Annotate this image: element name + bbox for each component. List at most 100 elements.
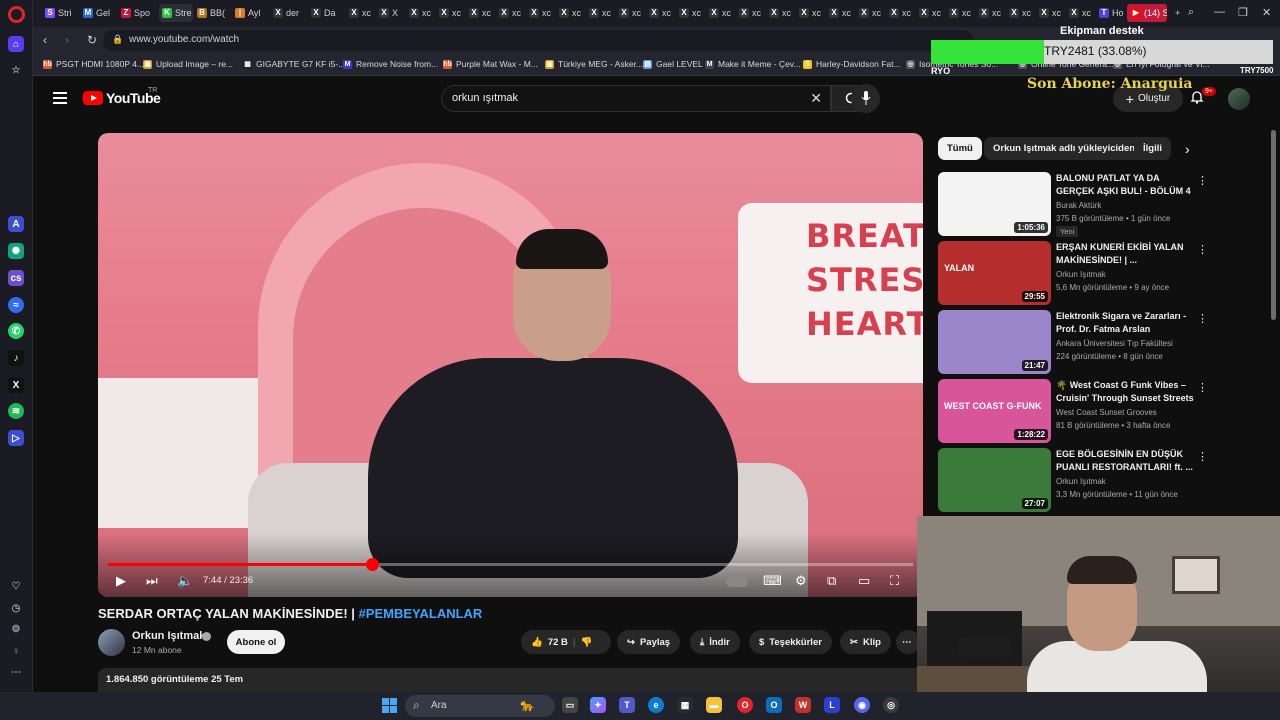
video-channel[interactable]: Orkun Işıtmak: [1056, 270, 1106, 279]
fullscreen-icon[interactable]: ⛶: [890, 573, 899, 589]
channel-avatar[interactable]: [98, 629, 125, 656]
opera-logo-icon[interactable]: [8, 6, 25, 23]
browser-tab[interactable]: Xxc: [769, 4, 795, 22]
autoplay-toggle[interactable]: [726, 577, 748, 587]
browser-tab[interactable]: T Ho: [1099, 4, 1123, 22]
browser-tab[interactable]: S Stri: [45, 4, 79, 22]
bookmark-item[interactable]: M Remove Noise from...: [343, 59, 438, 69]
recommended-video[interactable]: 27:07 EGE BÖLGESİNİN EN DÜŞÜK PUANLI REST…: [938, 448, 1273, 512]
recommended-video[interactable]: 21:47 Elektronik Sigara ve Zararları - Pr…: [938, 310, 1273, 374]
back-icon[interactable]: ‹: [43, 33, 47, 47]
edge-icon[interactable]: e: [648, 697, 664, 713]
thanks-button[interactable]: $ Teşekkürler: [749, 630, 832, 654]
video-thumbnail[interactable]: WEST COAST G-FUNK 1:28:22: [938, 379, 1051, 443]
video-title[interactable]: Elektronik Sigara ve Zararları - Prof. D…: [1056, 310, 1196, 335]
forward-icon[interactable]: ›: [65, 33, 69, 47]
video-title[interactable]: ERŞAN KUNERİ EKİBİ YALAN MAKİNESİNDE! | …: [1056, 241, 1196, 266]
search-input[interactable]: orkun ışıtmak ✕: [441, 85, 831, 112]
chip-related[interactable]: İlgili: [1134, 137, 1171, 160]
more-options-icon[interactable]: ⋮: [1197, 381, 1208, 394]
browser-tab[interactable]: X Da: [311, 4, 345, 22]
tiktok-icon[interactable]: ♪: [8, 350, 24, 366]
browser-tab[interactable]: Xxc: [619, 4, 645, 22]
windows-start-icon[interactable]: [382, 698, 397, 713]
subtitles-icon[interactable]: ⌨: [763, 573, 782, 589]
spotify-icon[interactable]: ≋: [8, 403, 24, 419]
chatgpt-icon[interactable]: ✺: [8, 243, 24, 259]
browser-tab[interactable]: Xxc: [409, 4, 435, 22]
recommended-video[interactable]: YALAN 29:55 ERŞAN KUNERİ EKİBİ YALAN MAKİN…: [938, 241, 1273, 305]
chip-from-uploader[interactable]: Orkun Işıtmak adlı yükleyiciden: [984, 137, 1145, 160]
maximize-icon[interactable]: ❐: [1238, 6, 1248, 19]
taskbar-search[interactable]: ⌕ Ara 🐆: [405, 695, 555, 717]
video-thumbnail[interactable]: 1:05:36: [938, 172, 1051, 236]
scrollbar[interactable]: [1271, 130, 1276, 320]
dislike-icon[interactable]: 👎: [581, 637, 593, 648]
browser-tab[interactable]: Xxc: [679, 4, 705, 22]
more-options-icon[interactable]: ⋮: [1197, 312, 1208, 325]
player-icon[interactable]: ▷: [8, 430, 24, 446]
browser-tab[interactable]: Xxc: [469, 4, 495, 22]
messenger-icon[interactable]: ≈: [8, 297, 24, 313]
home-icon[interactable]: ⌂: [8, 36, 24, 52]
browser-tab[interactable]: XX: [379, 4, 405, 22]
video-title[interactable]: EGE BÖLGESİNİN EN DÜŞÜK PUANLI RESTORANT…: [1056, 448, 1196, 473]
pinboard-icon[interactable]: ☆: [8, 62, 24, 78]
history-icon[interactable]: ◷: [8, 600, 24, 616]
browser-tab[interactable]: Xxc: [1039, 4, 1065, 22]
browser-tab[interactable]: M Gel: [83, 4, 117, 22]
video-title[interactable]: BALONU PATLAT YA DA GERÇEK AŞKI BUL! - B…: [1056, 172, 1196, 197]
settings-icon[interactable]: ⚙: [8, 621, 24, 637]
theater-mode-icon[interactable]: ▭: [858, 573, 870, 589]
browser-tab[interactable]: Xxc: [829, 4, 855, 22]
browser-tab[interactable]: Xxc: [709, 4, 735, 22]
bulb-icon[interactable]: ♀: [8, 643, 24, 659]
download-button[interactable]: ⤓ İndir: [690, 630, 740, 654]
like-count[interactable]: 72 B: [548, 637, 568, 648]
clip-button[interactable]: ✂ Klip: [840, 630, 891, 654]
heart-icon[interactable]: ♡: [8, 578, 24, 594]
browser-tab[interactable]: Xxc: [529, 4, 555, 22]
close-window-icon[interactable]: ✕: [1262, 6, 1271, 19]
browser-tab[interactable]: Xxc: [919, 4, 945, 22]
play-icon[interactable]: ▶: [116, 573, 126, 589]
chatsonic-icon[interactable]: cs: [8, 270, 24, 286]
x-icon[interactable]: X: [8, 377, 24, 393]
recommended-video[interactable]: 1:05:36 BALONU PATLAT YA DA GERÇEK AŞKI B…: [938, 172, 1273, 237]
video-thumbnail[interactable]: 27:07: [938, 448, 1051, 512]
next-icon[interactable]: ⏭: [146, 573, 158, 589]
bookmark-item[interactable]: ▦ GIGABYTE G7 KF i5-...: [243, 59, 345, 69]
browser-tab[interactable]: Xxc: [649, 4, 675, 22]
bookmark-item[interactable]: S Harley-Davidson Fat...: [803, 59, 901, 69]
clear-search-icon[interactable]: ✕: [810, 90, 822, 107]
reload-icon[interactable]: ↻: [87, 33, 97, 47]
progress-scrubber[interactable]: [366, 558, 380, 571]
file-explorer-icon[interactable]: ▬: [706, 697, 722, 713]
browser-tab[interactable]: Xxc: [589, 4, 615, 22]
recommended-video[interactable]: WEST COAST G-FUNK 1:28:22 🌴 West Coast G F…: [938, 379, 1273, 443]
browser-tab[interactable]: Xxc: [499, 4, 525, 22]
video-thumbnail[interactable]: YALAN 29:55: [938, 241, 1051, 305]
bookmark-item[interactable]: ▣ Türkiye MEG - Asker...: [545, 59, 643, 69]
browser-tab[interactable]: ▶(14) SE: [1127, 4, 1167, 22]
share-button[interactable]: ↪ Paylaş: [617, 630, 681, 654]
browser-tab[interactable]: Z Spo: [121, 4, 155, 22]
channel-name[interactable]: Orkun Işıtmak: [132, 630, 205, 642]
video-channel[interactable]: Orkun Işıtmak: [1056, 477, 1106, 486]
terminal-icon[interactable]: ▦: [677, 697, 693, 713]
browser-tab[interactable]: Xxc: [1009, 4, 1035, 22]
browser-tab[interactable]: | Ayl: [235, 4, 269, 22]
more-options-icon[interactable]: ⋮: [1197, 174, 1208, 187]
bookmark-item[interactable]: hb Purple Mat Wax - M...: [443, 59, 538, 69]
opera-taskbar-icon[interactable]: O: [737, 697, 753, 713]
chip-all[interactable]: Tümü: [938, 137, 982, 160]
browser-tab[interactable]: Xxc: [559, 4, 585, 22]
browser-tab[interactable]: Xder: [273, 4, 307, 22]
teams-icon[interactable]: T: [619, 697, 635, 713]
video-player[interactable]: BREATH STRESS HEART ▶ ⏭ 🔈 7:44 / 23:36 ⌨…: [98, 133, 923, 597]
bookmark-item[interactable]: ▤ Gael LEVEL: [643, 59, 703, 69]
discord-icon[interactable]: ◉: [854, 697, 870, 713]
video-thumbnail[interactable]: 21:47: [938, 310, 1051, 374]
bookmark-item[interactable]: ▣ Upload Image – re...: [143, 59, 233, 69]
volume-icon[interactable]: 🔈: [177, 573, 193, 589]
